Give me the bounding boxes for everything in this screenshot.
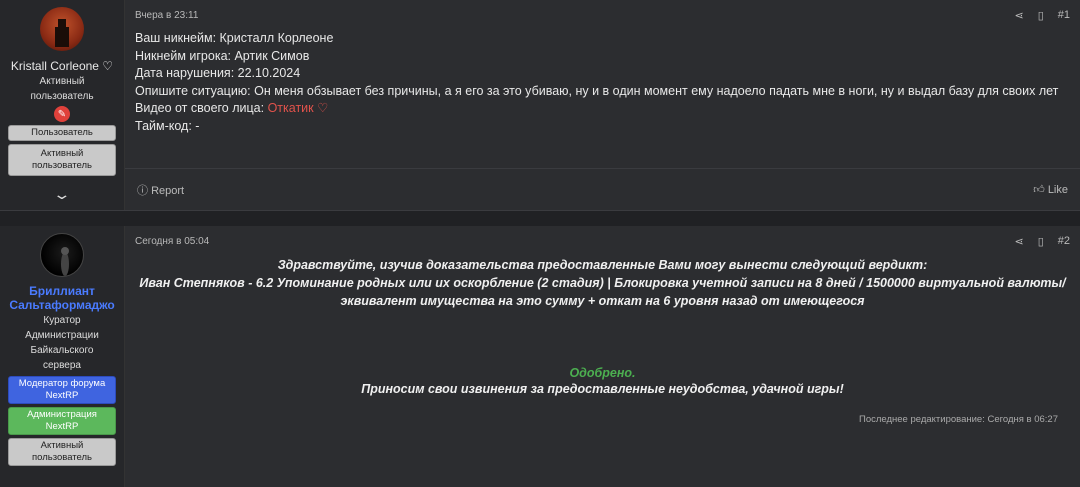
post-1-content: Вчера в 23:11 ⋖ ▯ #1 Ваш никнейм: Криста… bbox=[125, 0, 1080, 210]
verdict-line: Иван Степняков - 6.2 Упоминание родных и… bbox=[139, 276, 1066, 290]
info-icon: ⓘ bbox=[137, 184, 148, 197]
post-number[interactable]: #1 bbox=[1058, 9, 1070, 21]
avatar[interactable] bbox=[40, 233, 84, 277]
post-2: Бриллиант Сальтаформаджо Куратор Админис… bbox=[0, 226, 1080, 487]
post-2-content: Сегодня в 05:04 ⋖ ▯ #2 Здравствуйте, изу… bbox=[125, 226, 1080, 487]
video-label: Видео от своего лица: bbox=[135, 101, 265, 115]
approved-status: Одобрено. bbox=[569, 366, 636, 380]
username[interactable]: Kristall Corleone ♡ bbox=[11, 59, 113, 73]
user-title: Активный пользователь bbox=[30, 76, 94, 102]
report-label: Report bbox=[151, 184, 185, 197]
post-line: Опишите ситуацию: Он меня обзывает без п… bbox=[135, 83, 1059, 98]
apology-text: Приносим свои извинения за предоставленн… bbox=[361, 382, 844, 396]
verdict-line: эквивалент имущества на это сумму + отка… bbox=[340, 294, 865, 308]
post-date[interactable]: Сегодня в 05:04 bbox=[135, 236, 1014, 247]
post-divider bbox=[0, 211, 1080, 226]
post-line: Ваш никнейм: Кристалл Корлеоне bbox=[135, 31, 334, 45]
post-2-user-panel: Бриллиант Сальтаформаджо Куратор Админис… bbox=[0, 226, 125, 487]
username[interactable]: Бриллиант Сальтаформаджо bbox=[5, 284, 120, 312]
thumbs-up-icon: 👍︎ bbox=[1033, 184, 1045, 196]
last-edit-note: Последнее редактирование: Сегодня в 06:2… bbox=[859, 414, 1058, 425]
banner-active-user: Активный пользователь bbox=[8, 438, 116, 466]
post-line: Никнейм игрока: Артик Симов bbox=[135, 48, 310, 63]
banner-active-user: Активный пользователь bbox=[8, 144, 116, 176]
bookmark-icon[interactable]: ▯ bbox=[1038, 9, 1044, 22]
post-body: Ваш никнейм: Кристалл Корлеоне Никнейм и… bbox=[125, 30, 1080, 135]
banner-user: Пользователь bbox=[8, 125, 116, 141]
verdict-block: Здравствуйте, изучив доказательства пред… bbox=[125, 256, 1080, 310]
post-header: Сегодня в 05:04 ⋖ ▯ #2 bbox=[125, 226, 1080, 256]
chevron-down-icon[interactable]: ⌄ bbox=[53, 186, 72, 203]
report-button[interactable]: ⓘ Report bbox=[137, 182, 184, 198]
avatar[interactable] bbox=[40, 7, 84, 51]
post-date[interactable]: Вчера в 23:11 bbox=[135, 10, 1014, 21]
verdict-line: Здравствуйте, изучив доказательства пред… bbox=[277, 258, 928, 272]
banner-administration: Администрация NextRP bbox=[8, 407, 116, 435]
share-icon[interactable]: ⋖ bbox=[1014, 235, 1023, 248]
like-label: Like bbox=[1047, 184, 1068, 196]
post-footer: ⓘ Report 👍︎ Like bbox=[125, 168, 1080, 210]
post-1-user-panel: Kristall Corleone ♡ Активный пользовател… bbox=[0, 0, 125, 210]
trophy-badge-icon[interactable]: ✎ bbox=[54, 106, 70, 122]
timecode-line: Тайм-код: - bbox=[135, 118, 200, 133]
video-line: Видео от своего лица: Откатик ♡ bbox=[135, 100, 1070, 118]
post-1: Kristall Corleone ♡ Активный пользовател… bbox=[0, 0, 1080, 211]
video-link[interactable]: Откатик ♡ bbox=[268, 101, 329, 115]
bookmark-icon[interactable]: ▯ bbox=[1038, 235, 1044, 248]
post-number[interactable]: #2 bbox=[1058, 235, 1070, 247]
post-line: Дата нарушения: 22.10.2024 bbox=[135, 66, 301, 80]
share-icon[interactable]: ⋖ bbox=[1014, 9, 1023, 22]
banner-forum-moderator: Модератор форума NextRP bbox=[8, 376, 116, 404]
post-header: Вчера в 23:11 ⋖ ▯ #1 bbox=[125, 0, 1080, 30]
like-button[interactable]: 👍︎ Like bbox=[1033, 183, 1068, 196]
user-title: Куратор Администрации Байкальского серве… bbox=[25, 315, 99, 371]
